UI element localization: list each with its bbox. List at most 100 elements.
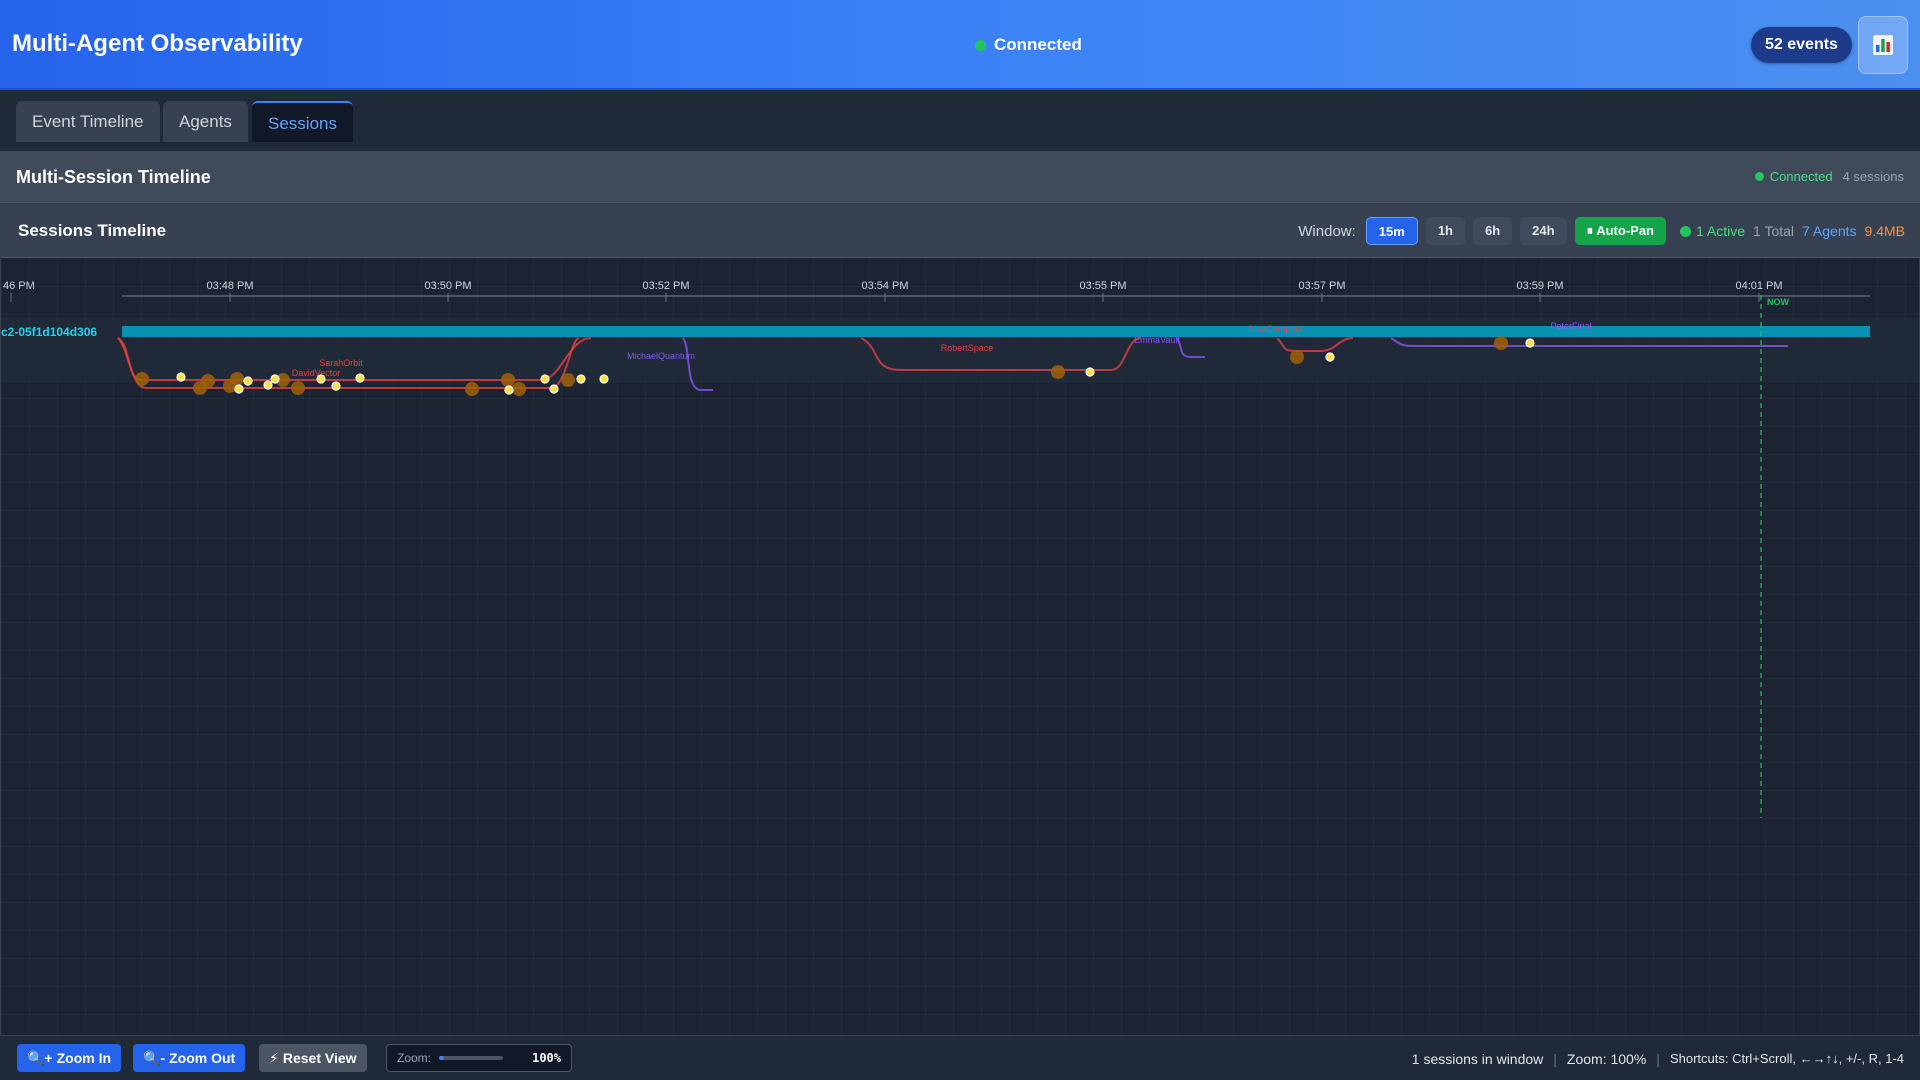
- event-marker[interactable]: [540, 374, 550, 384]
- axis-tick-label: 03:59 PM: [1516, 280, 1563, 292]
- event-marker[interactable]: [599, 374, 609, 384]
- event-marker[interactable]: [504, 385, 514, 395]
- connection-status: Connected: [975, 35, 1082, 55]
- event-marker[interactable]: [316, 374, 326, 384]
- tab-sessions[interactable]: Sessions: [252, 101, 353, 142]
- timeline-controls: Window: 15m 1h 6h 24h ⏸ Auto-Pan 1 Activ…: [1298, 217, 1905, 245]
- event-marker[interactable]: [230, 372, 244, 386]
- section-connection: Connected: [1769, 169, 1833, 184]
- active-dot-icon: [1680, 225, 1691, 237]
- event-marker[interactable]: [1525, 338, 1535, 348]
- footer-stats: 1 sessions in window | Zoom: 100% | Shor…: [1412, 1036, 1904, 1080]
- session-bar[interactable]: [122, 326, 1870, 337]
- zoom-in-label: Zoom In: [56, 1050, 112, 1066]
- app-header: Multi-Agent Observability Connected 52 e…: [0, 0, 1920, 90]
- active-sessions-stat: 1 Active: [1680, 223, 1745, 239]
- active-stat-label: 1 Active: [1696, 223, 1746, 239]
- stats-chart-button[interactable]: [1858, 16, 1908, 74]
- window-15m-button[interactable]: 15m: [1365, 217, 1418, 245]
- zoom-value: 100%: [532, 1051, 561, 1065]
- separator: |: [1553, 1050, 1557, 1067]
- event-marker[interactable]: [561, 373, 575, 387]
- footer-toolbar: 🔍+ Zoom In 🔍- Zoom Out ⚡ Reset View Zoom…: [0, 1035, 1920, 1080]
- event-marker[interactable]: [1085, 367, 1095, 377]
- event-marker[interactable]: [234, 384, 244, 394]
- separator: |: [1656, 1050, 1660, 1067]
- agents-stat: 7 Agents: [1802, 223, 1857, 239]
- agent-branch-label: RobertSpace: [941, 343, 994, 353]
- event-marker[interactable]: [512, 382, 526, 396]
- zoom-out-label: Zoom Out: [169, 1050, 236, 1066]
- event-marker[interactable]: [1290, 350, 1304, 364]
- event-marker[interactable]: [465, 382, 479, 396]
- section-header: Multi-Session Timeline Connected 4 sessi…: [0, 151, 1920, 203]
- status-dot-icon: [1754, 172, 1764, 181]
- now-label: NOW: [1767, 297, 1790, 307]
- window-24h-button[interactable]: 24h: [1520, 217, 1567, 245]
- session-id-label: c2-05f1d104d306: [1, 325, 97, 339]
- pause-icon: ⏸: [1586, 223, 1594, 238]
- reset-view-label: Reset View: [282, 1050, 357, 1066]
- panel-title: Sessions Timeline: [18, 221, 167, 240]
- event-marker[interactable]: [331, 381, 341, 391]
- axis-tick-label: 03:54 PM: [861, 280, 908, 292]
- event-marker[interactable]: [549, 384, 559, 394]
- reset-view-button[interactable]: ⚡ Reset View: [259, 1044, 367, 1072]
- sessions-in-window: 1 sessions in window: [1411, 1050, 1544, 1067]
- axis-tick-label: 03:50 PM: [424, 280, 471, 292]
- bar-chart-icon: [1873, 35, 1893, 55]
- agent-branch-label: LisaCompact: [1250, 324, 1303, 334]
- tab-agents[interactable]: Agents: [163, 101, 248, 142]
- section-status: Connected 4 sessions: [1754, 169, 1904, 184]
- zoom-out-button[interactable]: 🔍- Zoom Out: [133, 1044, 246, 1072]
- lightning-icon: ⚡: [269, 1050, 279, 1066]
- axis-tick-label: 03:55 PM: [1079, 280, 1126, 292]
- shortcuts-hint: Shortcuts: Ctrl+Scroll, ←→↑↓, +/-, R, 1-…: [1669, 1051, 1904, 1066]
- connection-dot-icon: [975, 39, 986, 51]
- event-marker[interactable]: [1051, 365, 1065, 379]
- zoom-slider-box: Zoom: 100%: [386, 1044, 572, 1072]
- event-marker[interactable]: [355, 373, 365, 383]
- zoom-in-icon: 🔍+: [27, 1050, 53, 1066]
- window-label: Window:: [1298, 222, 1356, 240]
- agent-branch-label: MichaelQuantum: [627, 351, 695, 361]
- total-sessions-stat: 1 Total: [1753, 223, 1795, 239]
- event-marker[interactable]: [243, 376, 253, 386]
- panel-header: Sessions Timeline Window: 15m 1h 6h 24h …: [1, 203, 1920, 258]
- autopan-label: Auto-Pan: [1596, 223, 1654, 238]
- event-marker[interactable]: [263, 380, 273, 390]
- memory-stat: 9.4MB: [1864, 223, 1905, 239]
- zoom-in-button[interactable]: 🔍+ Zoom In: [17, 1044, 122, 1072]
- axis-tick-label: 04:01 PM: [1735, 280, 1782, 292]
- event-marker[interactable]: [176, 372, 186, 382]
- event-marker[interactable]: [1325, 352, 1335, 362]
- autopan-button[interactable]: ⏸ Auto-Pan: [1574, 217, 1666, 245]
- agent-branch-label: EmmaVault: [1134, 335, 1180, 345]
- agent-branch-label: DavidVector: [292, 368, 341, 378]
- session-count: 4 sessions: [1842, 169, 1904, 184]
- sessions-timeline-panel: Sessions Timeline Window: 15m 1h 6h 24h …: [0, 203, 1920, 1035]
- event-marker[interactable]: [291, 381, 305, 395]
- app-title: Multi-Agent Observability: [12, 30, 303, 57]
- event-marker[interactable]: [201, 374, 215, 388]
- tab-bar: Event Timeline Agents Sessions: [0, 90, 1920, 151]
- axis-tick-label: 03:52 PM: [642, 280, 689, 292]
- zoom-slider[interactable]: [439, 1056, 504, 1060]
- agent-branch-label: SarahOrbit: [319, 358, 363, 368]
- event-marker[interactable]: [135, 372, 149, 386]
- zoom-stat: Zoom: 100%: [1566, 1050, 1647, 1067]
- window-6h-button[interactable]: 6h: [1473, 217, 1513, 245]
- axis-tick-label: 03:57 PM: [1298, 280, 1345, 292]
- zoom-label: Zoom:: [397, 1051, 432, 1065]
- event-marker[interactable]: [270, 374, 280, 384]
- axis-tick-label: 03:48 PM: [206, 280, 253, 292]
- event-marker[interactable]: [501, 373, 515, 387]
- zoom-out-icon: 🔍-: [143, 1050, 166, 1066]
- tab-event-timeline[interactable]: Event Timeline: [16, 101, 160, 142]
- event-marker[interactable]: [1494, 336, 1508, 350]
- timeline-canvas[interactable]: 46 PM 03:48 PM 03:50 PM 03:52 PM 03:54 PM 03:…: [1, 258, 1919, 1035]
- event-marker[interactable]: [576, 374, 586, 384]
- window-1h-button[interactable]: 1h: [1425, 217, 1465, 245]
- axis-tick-label: 46 PM: [3, 280, 35, 292]
- agent-branch-label: PeterFinal: [1550, 321, 1591, 331]
